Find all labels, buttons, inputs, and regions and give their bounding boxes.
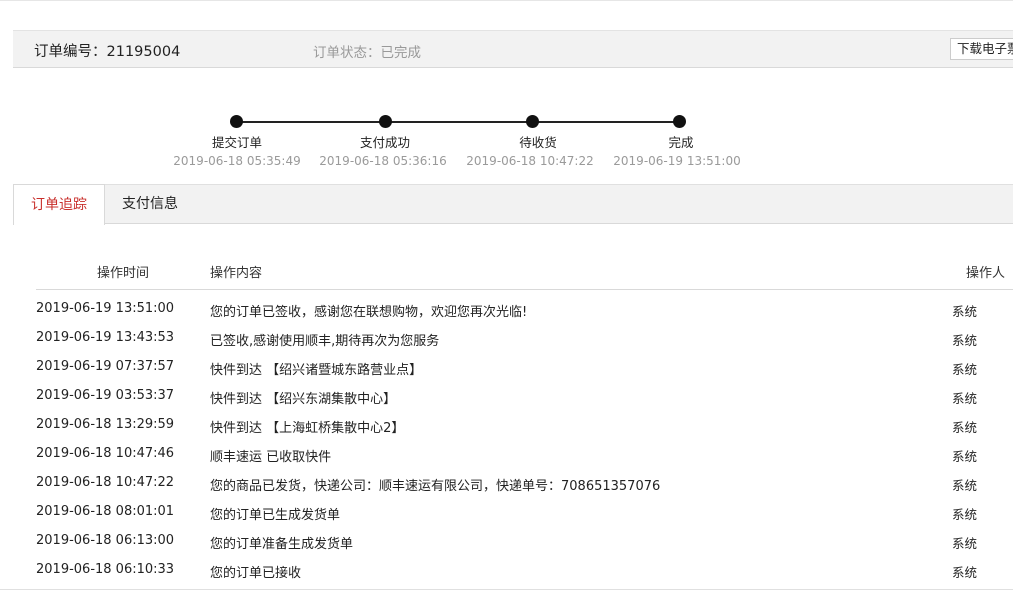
row-time: 2019-06-19 07:37:57 bbox=[36, 359, 175, 374]
tracking-table-header: 操作时间 操作内容 操作人 bbox=[36, 262, 1013, 290]
progress-step-label: 待收货 bbox=[519, 135, 557, 150]
table-row: 2019-06-18 06:10:33 您的订单已接收 系统 bbox=[0, 556, 1013, 585]
detail-tab-bar: 订单追踪 支付信息 bbox=[13, 184, 1013, 225]
row-operator: 系统 bbox=[952, 449, 978, 464]
row-time: 2019-06-18 06:13:00 bbox=[36, 533, 175, 548]
row-time: 2019-06-18 10:47:46 bbox=[36, 446, 175, 461]
column-header-time: 操作时间 bbox=[97, 266, 150, 281]
row-content: 您的订单已签收，感谢您在联想购物，欢迎您再次光临! bbox=[210, 305, 528, 320]
row-operator: 系统 bbox=[952, 565, 978, 580]
row-content: 您的订单准备生成发货单 bbox=[210, 537, 354, 552]
row-content: 快件到达 【上海虹桥集散中心2】 bbox=[210, 421, 405, 436]
row-operator: 系统 bbox=[952, 304, 978, 319]
order-number: 订单编号：21195004 bbox=[34, 44, 181, 60]
table-row: 2019-06-18 08:01:01 您的订单已生成发货单 系统 bbox=[0, 498, 1013, 527]
tab-payment-info[interactable]: 支付信息 bbox=[105, 184, 195, 224]
progress-step-time: 2019-06-18 05:35:49 bbox=[173, 154, 301, 168]
column-header-operator: 操作人 bbox=[966, 266, 1006, 281]
bottom-divider bbox=[0, 589, 1013, 590]
table-row: 2019-06-18 10:47:22 您的商品已发货，快递公司：顺丰速运有限公… bbox=[0, 469, 1013, 498]
table-row: 2019-06-19 13:43:53 已签收,感谢使用顺丰,期待再次为您服务 … bbox=[0, 324, 1013, 353]
table-row: 2019-06-19 13:51:00 您的订单已签收，感谢您在联想购物，欢迎您… bbox=[0, 295, 1013, 324]
progress-step-label: 支付成功 bbox=[359, 135, 411, 150]
tracking-table-body: 2019-06-19 13:51:00 您的订单已签收，感谢您在联想购物，欢迎您… bbox=[0, 295, 1013, 585]
progress-connector bbox=[236, 121, 385, 123]
progress-step-label: 提交订单 bbox=[211, 135, 263, 150]
order-progress-tracker: 提交订单 支付成功 待收货 完成 2019-06-18 05:35:49 201… bbox=[0, 0, 1013, 184]
progress-step-dot bbox=[526, 115, 539, 128]
row-time: 2019-06-18 06:10:33 bbox=[36, 562, 175, 577]
progress-connector bbox=[385, 121, 532, 123]
download-e-ticket-button[interactable]: 下载电子票 bbox=[950, 38, 1013, 60]
order-header-bar: 订单编号：21195004 订单状态：已完成 下载电子票 bbox=[13, 30, 1013, 68]
row-operator: 系统 bbox=[952, 391, 978, 406]
tab-order-tracking[interactable]: 订单追踪 bbox=[13, 184, 105, 225]
column-header-content: 操作内容 bbox=[210, 266, 263, 281]
progress-step-dot bbox=[230, 115, 243, 128]
row-time: 2019-06-18 08:01:01 bbox=[36, 504, 175, 519]
row-time: 2019-06-19 13:51:00 bbox=[36, 301, 175, 316]
progress-step-label: 完成 bbox=[668, 135, 694, 150]
row-operator: 系统 bbox=[952, 362, 978, 377]
table-row: 2019-06-19 07:37:57 快件到达 【绍兴诸暨城东路营业点】 系统 bbox=[0, 353, 1013, 382]
row-time: 2019-06-18 13:29:59 bbox=[36, 417, 175, 432]
row-content: 您的订单已接收 bbox=[210, 566, 302, 581]
row-operator: 系统 bbox=[952, 420, 978, 435]
row-content: 快件到达 【绍兴东湖集散中心】 bbox=[210, 392, 397, 407]
order-status: 订单状态：已完成 bbox=[313, 45, 421, 61]
row-operator: 系统 bbox=[952, 536, 978, 551]
progress-connector bbox=[532, 121, 679, 123]
table-row: 2019-06-19 03:53:37 快件到达 【绍兴东湖集散中心】 系统 bbox=[0, 382, 1013, 411]
top-divider bbox=[0, 0, 1013, 1]
row-content: 已签收,感谢使用顺丰,期待再次为您服务 bbox=[210, 334, 440, 349]
row-operator: 系统 bbox=[952, 478, 978, 493]
progress-step-dot bbox=[673, 115, 686, 128]
table-row: 2019-06-18 13:29:59 快件到达 【上海虹桥集散中心2】 系统 bbox=[0, 411, 1013, 440]
row-content: 快件到达 【绍兴诸暨城东路营业点】 bbox=[210, 363, 423, 378]
row-time: 2019-06-19 13:43:53 bbox=[36, 330, 175, 345]
row-time: 2019-06-18 10:47:22 bbox=[36, 475, 175, 490]
progress-step-dot bbox=[379, 115, 392, 128]
row-time: 2019-06-19 03:53:37 bbox=[36, 388, 175, 403]
table-row: 2019-06-18 10:47:46 顺丰速运 已收取快件 系统 bbox=[0, 440, 1013, 469]
row-content: 您的商品已发货，快递公司：顺丰速运有限公司，快递单号：708651357076 bbox=[210, 479, 661, 494]
row-content: 顺丰速运 已收取快件 bbox=[210, 450, 332, 465]
table-row: 2019-06-18 06:13:00 您的订单准备生成发货单 系统 bbox=[0, 527, 1013, 556]
progress-step-time: 2019-06-19 13:51:00 bbox=[613, 154, 741, 168]
row-operator: 系统 bbox=[952, 507, 978, 522]
progress-step-time: 2019-06-18 10:47:22 bbox=[466, 154, 594, 168]
progress-step-time: 2019-06-18 05:36:16 bbox=[319, 154, 447, 168]
row-content: 您的订单已生成发货单 bbox=[210, 508, 341, 523]
row-operator: 系统 bbox=[952, 333, 978, 348]
